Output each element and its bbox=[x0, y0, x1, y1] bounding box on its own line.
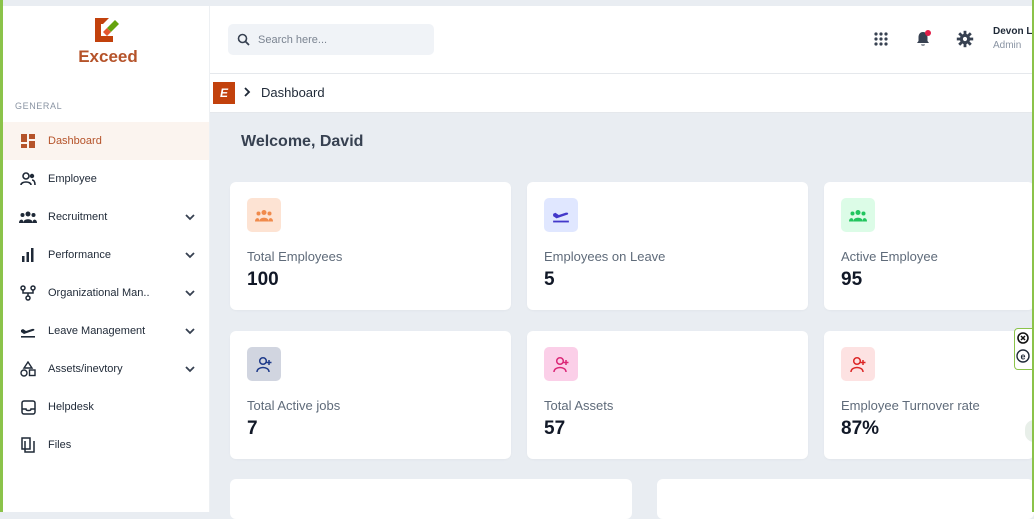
org-chart-icon bbox=[19, 284, 37, 302]
page-title: Welcome, David bbox=[241, 133, 364, 150]
chevron-down-icon[interactable] bbox=[184, 287, 196, 299]
sidebar-item-helpdesk[interactable]: Helpdesk bbox=[3, 388, 209, 426]
user-menu[interactable]: Devon L Admin bbox=[993, 26, 1033, 51]
chevron-down-icon[interactable] bbox=[184, 363, 196, 375]
brand-name: Exceed bbox=[78, 47, 138, 66]
sidebar-item-label: Leave Management bbox=[48, 325, 146, 337]
stat-value: 57 bbox=[544, 418, 566, 439]
stat-label: Total Active jobs bbox=[247, 398, 341, 413]
stat-label: Employees on Leave bbox=[544, 249, 666, 264]
sidebar-item-label: Assets/inevtory bbox=[48, 363, 123, 375]
stat-card-total-active-jobs[interactable]: Total Active jobs 7 bbox=[230, 331, 511, 459]
search-icon bbox=[237, 33, 250, 46]
svg-text:e: e bbox=[1020, 352, 1025, 362]
sidebar-item-label: Helpdesk bbox=[48, 401, 94, 413]
sidebar: Exceed GENERAL Dashboard Employee Recrui… bbox=[3, 6, 210, 512]
brand-badge[interactable]: E bbox=[213, 82, 235, 104]
extension-widget[interactable]: e bbox=[1014, 328, 1034, 370]
user-role: Admin bbox=[993, 40, 1022, 51]
stat-value: 5 bbox=[544, 269, 555, 290]
inbox-icon bbox=[19, 398, 37, 416]
top-header: Devon L Admin bbox=[210, 6, 1032, 74]
brand-logo[interactable]: Exceed bbox=[73, 14, 143, 74]
user-add-icon bbox=[247, 347, 281, 381]
stat-card-employees-on-leave[interactable]: Employees on Leave 5 bbox=[527, 182, 808, 310]
sidebar-item-assets-inventory[interactable]: Assets/inevtory bbox=[3, 350, 209, 388]
sidebar-item-label: Employee bbox=[48, 173, 97, 185]
search-box[interactable] bbox=[228, 24, 434, 55]
stat-value: 87% bbox=[841, 418, 880, 439]
stat-value: 100 bbox=[247, 269, 279, 290]
chevron-right-icon bbox=[244, 87, 251, 97]
close-icon[interactable]: e bbox=[1015, 329, 1031, 365]
sidebar-section-label: GENERAL bbox=[15, 101, 63, 111]
gear-icon[interactable] bbox=[956, 30, 974, 48]
stat-label: Employee Turnover rate bbox=[841, 398, 980, 413]
stat-label: Active Employee bbox=[841, 249, 938, 264]
user-name: Devon L bbox=[993, 26, 1033, 37]
airplane-icon bbox=[19, 322, 37, 340]
chevron-down-icon[interactable] bbox=[184, 325, 196, 337]
stat-value: 7 bbox=[247, 418, 258, 439]
breadcrumb: E Dashboard bbox=[210, 74, 1032, 113]
stat-card-total-employees[interactable]: Total Employees 100 bbox=[230, 182, 511, 310]
group-icon bbox=[19, 208, 37, 226]
content-panel bbox=[230, 479, 632, 519]
stat-label: Total Employees bbox=[247, 249, 343, 264]
shapes-icon bbox=[19, 360, 37, 378]
sidebar-item-label: Recruitment bbox=[48, 211, 108, 223]
user-add-icon bbox=[841, 347, 875, 381]
sidebar-item-files[interactable]: Files bbox=[3, 426, 209, 464]
people-icon bbox=[19, 170, 37, 188]
chevron-down-icon[interactable] bbox=[184, 249, 196, 261]
group-icon bbox=[841, 198, 875, 232]
sidebar-item-performance[interactable]: Performance bbox=[3, 236, 209, 274]
sidebar-item-employee[interactable]: Employee bbox=[3, 160, 209, 198]
notifications-button[interactable] bbox=[914, 30, 932, 48]
notification-badge bbox=[925, 30, 931, 36]
user-add-icon bbox=[544, 347, 578, 381]
apps-grid-icon[interactable] bbox=[872, 30, 890, 48]
files-icon bbox=[19, 436, 37, 454]
exceed-logo-icon bbox=[95, 18, 119, 42]
group-icon bbox=[247, 198, 281, 232]
stat-value: 95 bbox=[841, 269, 863, 290]
search-input[interactable] bbox=[256, 32, 430, 47]
sidebar-item-leave-management[interactable]: Leave Management bbox=[3, 312, 209, 350]
window-border-left bbox=[0, 0, 3, 512]
stat-card-active-employee[interactable]: Active Employee 95 bbox=[824, 182, 1034, 310]
stat-label: Total Assets bbox=[544, 398, 614, 413]
breadcrumb-current: Dashboard bbox=[261, 85, 325, 100]
sidebar-nav: Dashboard Employee Recruitment Performan… bbox=[3, 122, 209, 464]
sidebar-item-recruitment[interactable]: Recruitment bbox=[3, 198, 209, 236]
sidebar-item-dashboard[interactable]: Dashboard bbox=[3, 122, 209, 160]
stat-card-total-assets[interactable]: Total Assets 57 bbox=[527, 331, 808, 459]
sidebar-item-organizational-management[interactable]: Organizational Man.. bbox=[3, 274, 209, 312]
sidebar-item-label: Performance bbox=[48, 249, 111, 261]
content-panel bbox=[657, 479, 1034, 519]
sidebar-item-label: Files bbox=[48, 439, 72, 451]
chevron-down-icon[interactable] bbox=[184, 211, 196, 223]
dashboard-icon bbox=[19, 132, 37, 150]
stat-card-employee-turnover-rate[interactable]: Employee Turnover rate 87% bbox=[824, 331, 1034, 459]
sidebar-item-label: Organizational Man.. bbox=[48, 287, 150, 299]
airplane-icon bbox=[544, 198, 578, 232]
sidebar-item-label: Dashboard bbox=[48, 135, 102, 147]
bar-chart-icon bbox=[19, 246, 37, 264]
